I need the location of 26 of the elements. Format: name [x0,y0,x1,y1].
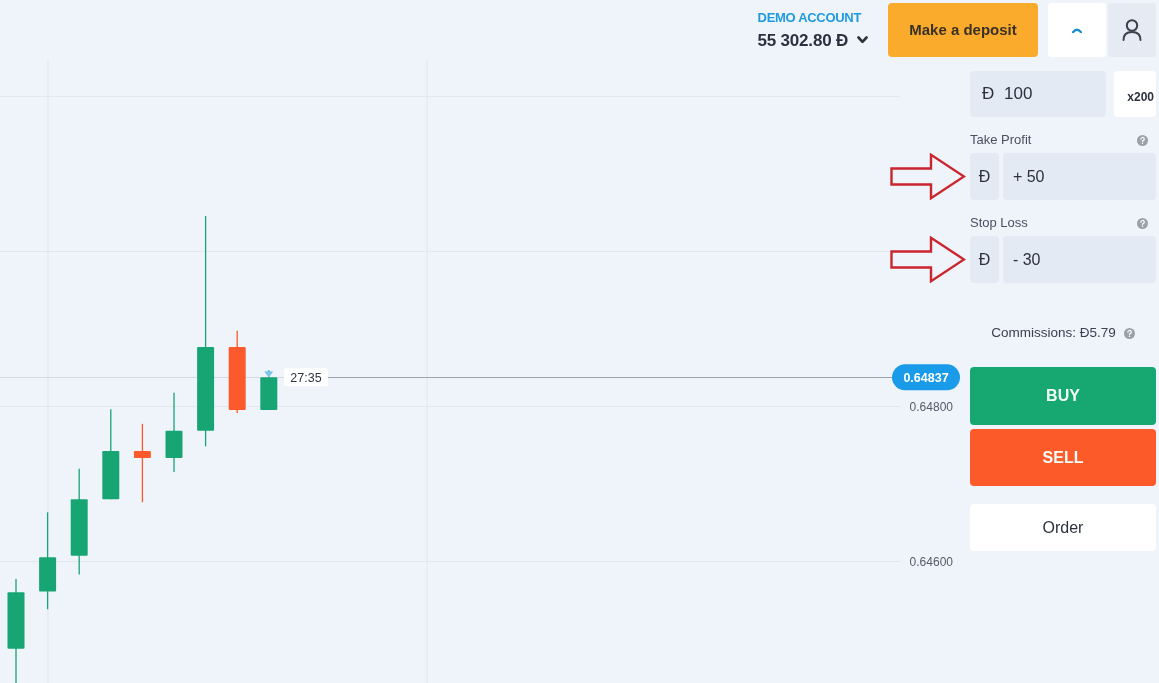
value-field[interactable]: + 50 [1002,153,1156,200]
currency-toggle[interactable]: Đ [970,153,999,200]
current-price-label: 0.64837 [892,364,960,391]
axis-label: 0.64600 [909,554,953,569]
arrow-icon [890,153,966,200]
commissions-text: Commissions: Đ5.79 [991,324,1116,342]
currency-toggle[interactable]: Đ [970,236,999,283]
help-icon[interactable] [1123,327,1135,339]
user-icon [1122,19,1142,41]
balance-text: 55 302.80 Đ [757,31,848,49]
multiplier-button[interactable]: x200 [1114,71,1156,117]
account-label: DEMO ACCOUNT [757,10,863,24]
axis-label: 0.64800 [909,399,953,414]
amount-field[interactable]: Đ 100 [970,71,1106,117]
spinner-icon [1072,27,1082,33]
value-field[interactable]: - 30 [1002,236,1156,283]
chevron-down-icon[interactable] [857,36,868,44]
countdown-label: 27:35 [284,368,328,387]
profile-button[interactable] [1108,3,1156,57]
field-label: Take Profit [970,131,1032,150]
order-button[interactable]: Order [970,504,1156,552]
deposit-button[interactable]: Make a deposit [888,3,1038,57]
help-icon[interactable] [1137,134,1148,146]
help-icon[interactable] [1137,217,1148,229]
arrow-icon [890,236,966,283]
field-label: Stop Loss [970,214,1028,233]
